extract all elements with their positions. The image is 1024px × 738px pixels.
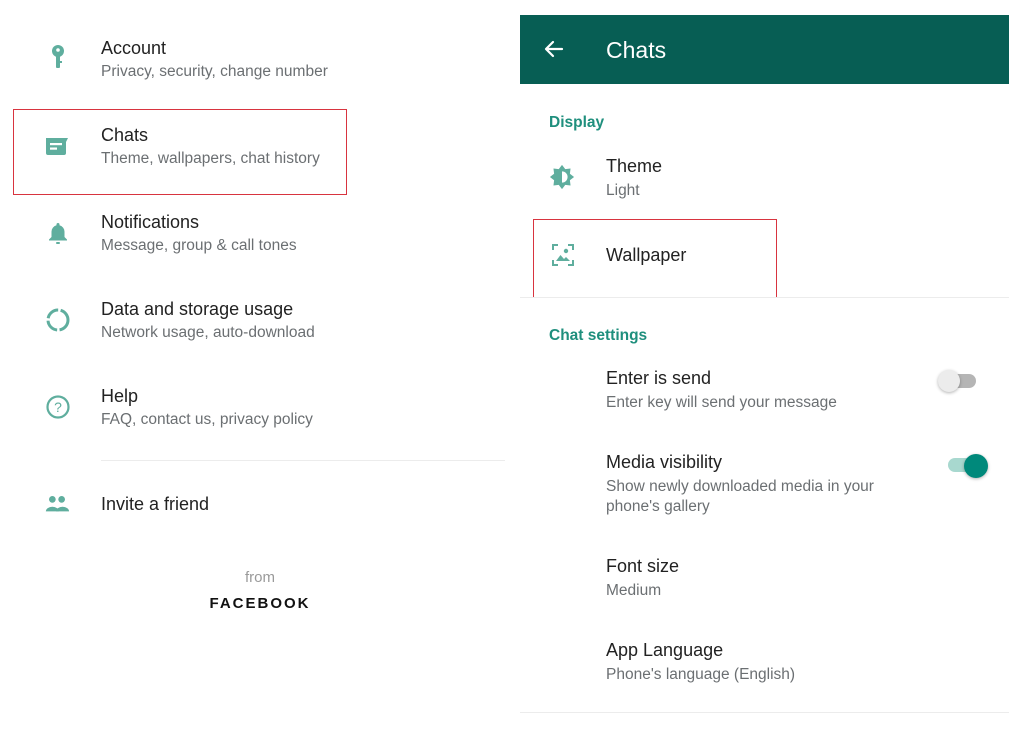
- page-title: Chats: [606, 37, 667, 63]
- font-size-title: Font size: [606, 556, 680, 576]
- chats-subtitle: Theme, wallpapers, chat history: [101, 150, 320, 167]
- section-header-display: Display: [549, 114, 605, 131]
- invite-friend-item[interactable]: Invite a friend: [14, 485, 346, 525]
- notifications-subtitle: Message, group & call tones: [101, 237, 297, 254]
- setting-enter-is-send[interactable]: Enter is send Enter key will send your m…: [520, 362, 1009, 420]
- help-subtitle: FAQ, contact us, privacy policy: [101, 411, 313, 428]
- people-icon: [44, 491, 70, 517]
- theme-value: Light: [606, 182, 640, 199]
- key-icon: [45, 44, 71, 70]
- enter-is-send-title: Enter is send: [606, 368, 712, 388]
- setting-wallpaper[interactable]: Wallpaper: [520, 220, 1009, 297]
- settings-item-chats[interactable]: Chats Theme, wallpapers, chat history: [14, 110, 346, 194]
- setting-font-size[interactable]: Font size Medium: [520, 550, 1009, 608]
- wallpaper-title: Wallpaper: [606, 245, 687, 265]
- setting-app-language[interactable]: App Language Phone's language (English): [520, 634, 1009, 692]
- setting-theme[interactable]: Theme Light: [520, 148, 1009, 210]
- wallpaper-icon: [550, 242, 576, 268]
- from-label: from: [245, 569, 275, 586]
- help-icon: ?: [45, 394, 71, 420]
- settings-item-notifications[interactable]: Notifications Message, group & call tone…: [14, 204, 346, 268]
- account-title: Account: [101, 38, 167, 58]
- invite-friend-label: Invite a friend: [101, 494, 210, 514]
- divider: [520, 297, 1009, 298]
- data-storage-subtitle: Network usage, auto-download: [101, 324, 315, 341]
- media-visibility-toggle[interactable]: [948, 452, 988, 478]
- help-title: Help: [101, 386, 139, 406]
- bell-icon: [45, 220, 71, 246]
- media-visibility-title: Media visibility: [606, 452, 723, 472]
- theme-title: Theme: [606, 156, 663, 176]
- svg-text:?: ?: [54, 399, 62, 415]
- app-bar: Chats: [520, 15, 1009, 84]
- brightness-icon: [549, 164, 575, 190]
- settings-item-data-storage[interactable]: Data and storage usage Network usage, au…: [14, 291, 346, 355]
- font-size-value: Medium: [606, 582, 662, 599]
- enter-is-send-toggle[interactable]: [938, 369, 978, 393]
- divider: [520, 712, 1009, 713]
- data-usage-icon: [45, 307, 71, 333]
- section-header-chat-settings: Chat settings: [549, 327, 648, 344]
- data-storage-title: Data and storage usage: [101, 299, 294, 319]
- arrow-left-icon[interactable]: [542, 37, 566, 61]
- media-visibility-subtitle-line2: phone's gallery: [606, 498, 710, 515]
- app-language-value: Phone's language (English): [606, 666, 796, 683]
- account-subtitle: Privacy, security, change number: [101, 63, 328, 80]
- divider: [101, 460, 505, 461]
- setting-media-visibility[interactable]: Media visibility Show newly downloaded m…: [520, 446, 1009, 526]
- app-language-title: App Language: [606, 640, 724, 660]
- media-visibility-subtitle-line1: Show newly downloaded media in your: [606, 478, 874, 495]
- chats-title: Chats: [101, 125, 149, 145]
- chat-icon: [44, 133, 70, 159]
- settings-item-account[interactable]: Account Privacy, security, change number: [14, 30, 346, 94]
- notifications-title: Notifications: [101, 212, 200, 232]
- facebook-brand: FACEBOOK: [209, 595, 311, 612]
- settings-item-help[interactable]: ? Help FAQ, contact us, privacy policy: [14, 378, 346, 442]
- enter-is-send-subtitle: Enter key will send your message: [606, 394, 837, 411]
